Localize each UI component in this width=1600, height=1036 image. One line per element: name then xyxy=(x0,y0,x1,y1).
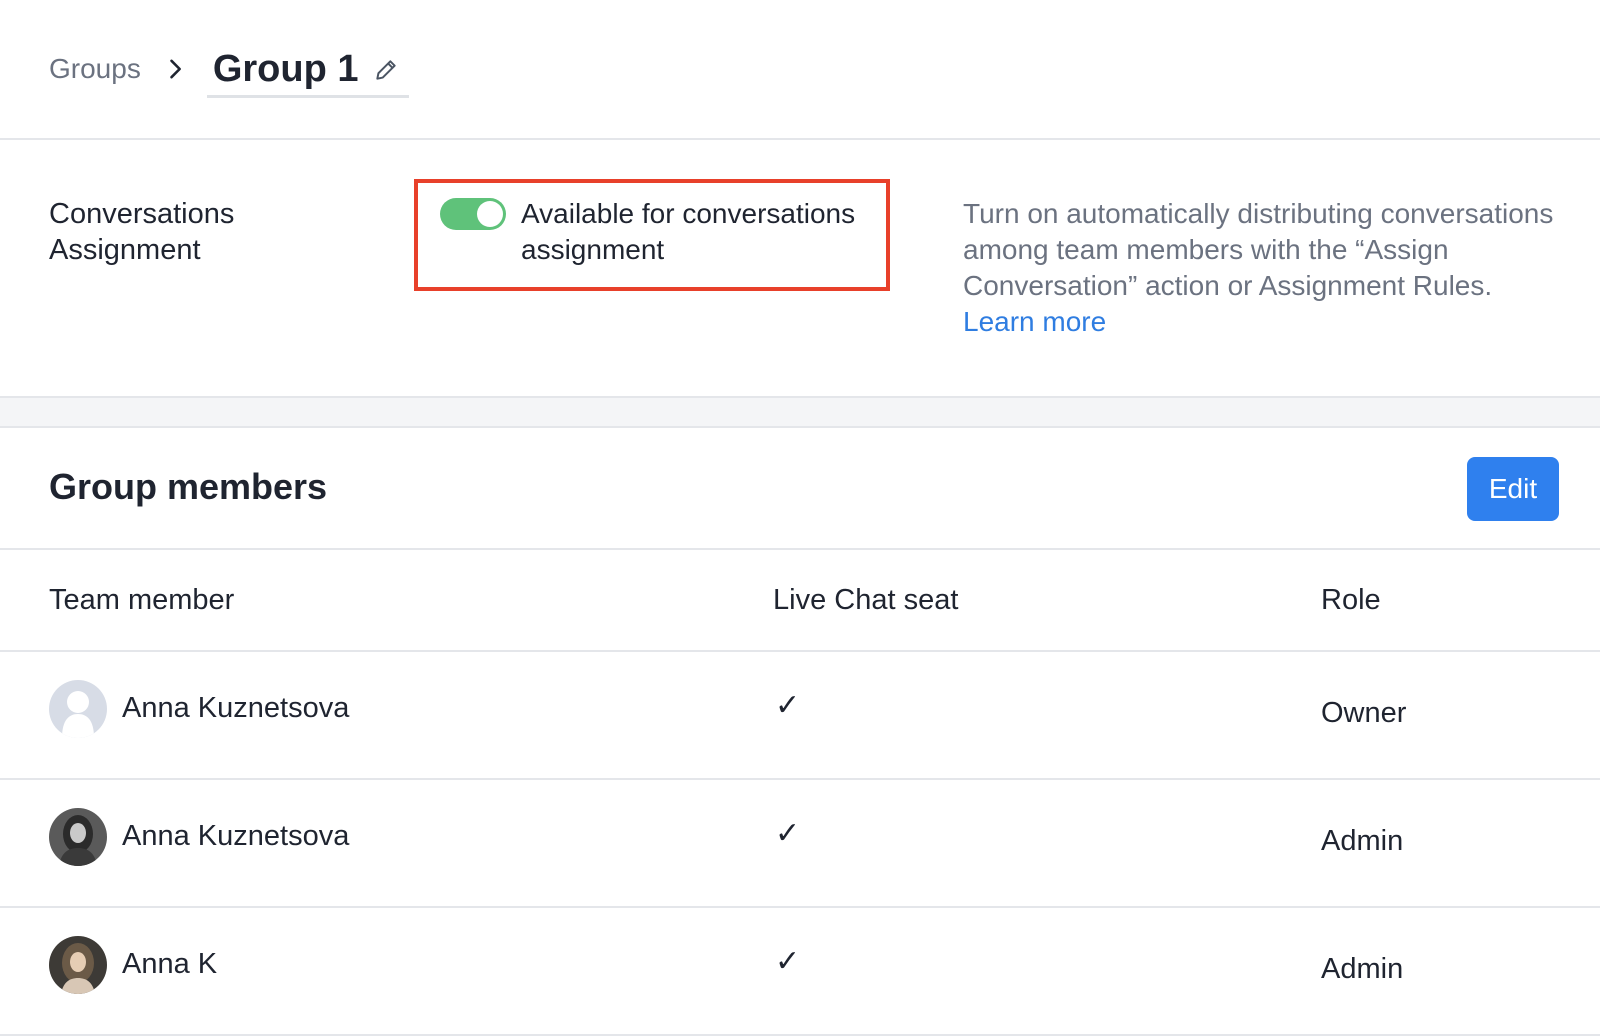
column-header-team-member: Team member xyxy=(49,584,235,616)
table-header: Team member Live Chat seat Role xyxy=(0,550,1600,652)
breadcrumb-groups-link[interactable]: Groups xyxy=(49,53,141,85)
table-row[interactable]: Anna Kuznetsova ✓ Owner xyxy=(0,652,1600,780)
column-header-role: Role xyxy=(1321,584,1381,616)
edit-members-button[interactable]: Edit xyxy=(1467,457,1559,521)
table-row[interactable]: Anna K ✓ Admin xyxy=(0,908,1600,1036)
conversations-assignment-section: Conversations Assignment Available for c… xyxy=(0,140,1600,398)
pencil-icon[interactable] xyxy=(373,57,399,83)
assignment-description: Turn on automatically distributing conve… xyxy=(963,196,1563,340)
checkmark-icon: ✓ xyxy=(775,689,801,722)
breadcrumb: Groups Group 1 xyxy=(49,40,409,98)
assignment-section-label: Conversations Assignment xyxy=(49,198,235,266)
chevron-right-icon xyxy=(170,59,181,79)
assignment-description-text: Turn on automatically distributing conve… xyxy=(963,198,1554,301)
page-header: Groups Group 1 xyxy=(0,0,1600,140)
group-title-editor[interactable]: Group 1 xyxy=(206,48,409,98)
members-header: Group members Edit xyxy=(0,428,1600,550)
section-divider xyxy=(0,398,1600,428)
assignment-toggle-label: Available for conversations assignment xyxy=(521,198,856,265)
avatar xyxy=(49,936,107,994)
table-row[interactable]: Anna Kuznetsova ✓ Admin xyxy=(0,780,1600,908)
member-role: Admin xyxy=(1321,825,1404,857)
member-role: Admin xyxy=(1321,953,1404,985)
member-name: Anna Kuznetsova xyxy=(122,692,350,724)
member-name: Anna K xyxy=(122,948,218,980)
column-header-live-chat-seat: Live Chat seat xyxy=(773,584,959,616)
member-role: Owner xyxy=(1321,697,1407,729)
toggle-knob xyxy=(477,201,503,227)
assignment-toggle[interactable] xyxy=(440,198,506,230)
checkmark-icon: ✓ xyxy=(775,817,801,850)
avatar xyxy=(49,808,107,866)
members-title: Group members xyxy=(49,466,328,507)
checkmark-icon: ✓ xyxy=(775,945,801,978)
member-name: Anna Kuznetsova xyxy=(122,820,350,852)
avatar-placeholder-icon xyxy=(49,680,107,738)
learn-more-link[interactable]: Learn more xyxy=(963,306,1106,337)
page-title: Group 1 xyxy=(212,48,359,90)
